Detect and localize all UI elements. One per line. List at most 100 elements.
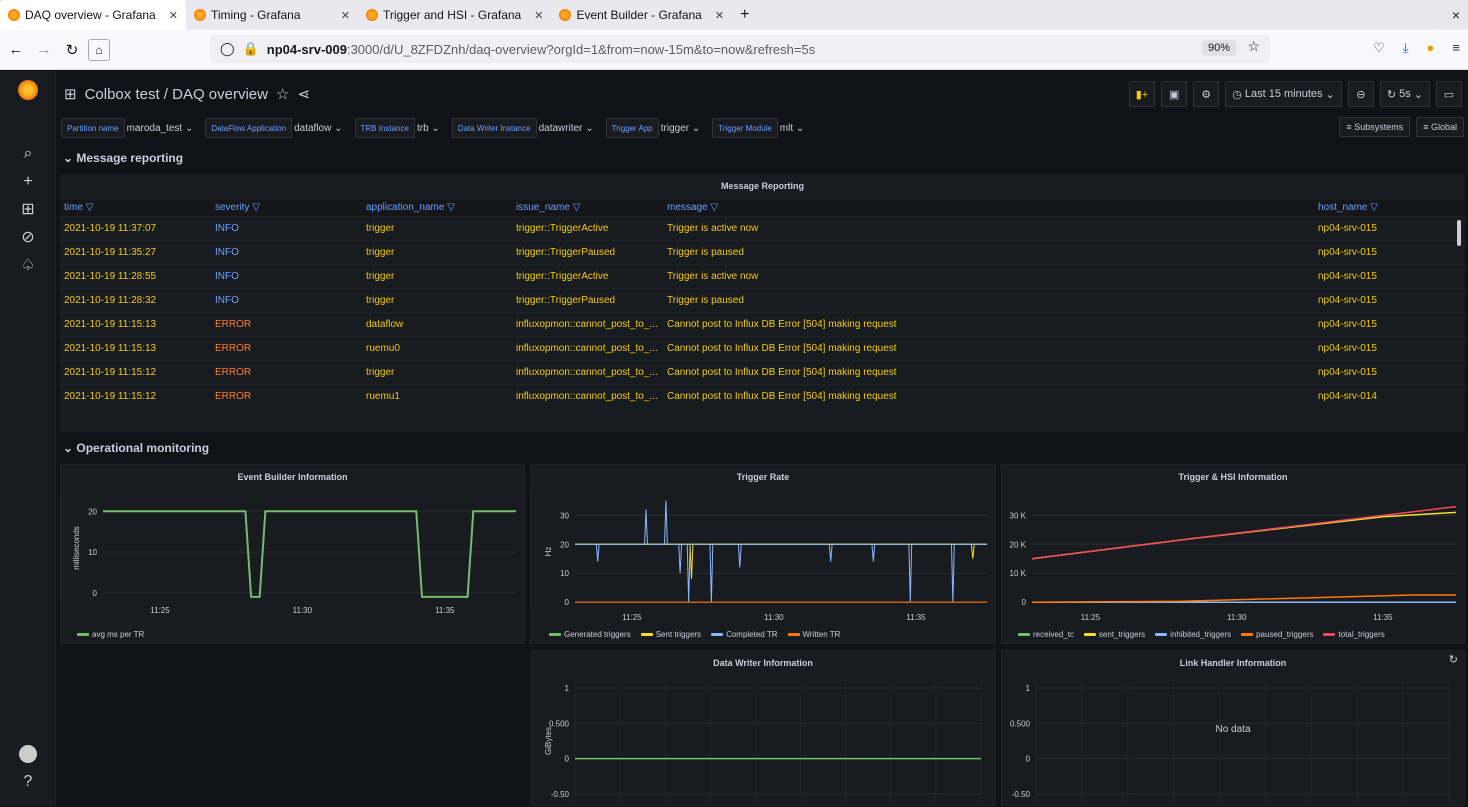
table-row[interactable]: 2021-10-19 11:15:12 ERROR trigger influxopm… [60,360,1465,384]
browser-tab-trigger-hsi[interactable]: Trigger and HSI - Grafana ✕ [358,0,552,30]
zoom-out-icon[interactable]: ⊖ [1347,81,1374,107]
time-picker-button[interactable]: ◷ Last 15 minutes ⌄ [1225,81,1342,107]
zoom-badge[interactable]: 90% [1201,40,1236,56]
tv-mode-icon[interactable]: ▭ [1436,81,1462,107]
table-row[interactable]: 2021-10-19 11:28:32 INFO trigger trigger::T… [60,288,1465,312]
pocket-icon[interactable]: ♡ [1373,40,1385,56]
bookmark-star-icon[interactable]: ☆ [1247,38,1260,55]
legend-item[interactable]: Sent triggers [640,630,701,639]
row-message-reporting[interactable]: ⌄ Message reporting [63,151,183,165]
column-header[interactable]: application_name ▽ [366,202,455,213]
chevron-down-icon: ⌄ [63,151,77,165]
variable-select-trb[interactable]: trb ⌄ [417,123,446,134]
browser-tab-event-builder[interactable]: Event Builder - Grafana ✕ [551,0,732,30]
legend: avg ms per TR [77,630,144,639]
table-row[interactable]: 2021-10-19 11:15:12 ERROR ruemu1 influxopmo… [60,384,1465,408]
table-cell-host-name: np04-srv-015 [1318,223,1377,234]
browser-tab-strip: DAQ overview - Grafana ✕ Timing - Grafana… [0,0,1468,30]
menu-icon[interactable]: ≡ [1452,40,1460,56]
legend-item[interactable]: inhibited_triggers [1155,630,1231,639]
column-header[interactable]: issue_name ▽ [516,202,580,213]
variable-select-trigger-app[interactable]: trigger ⌄ [661,123,707,134]
y-tick-label: 20 K [1010,540,1027,549]
legend-item[interactable]: Completed TR [711,630,778,639]
help-icon[interactable]: ? [17,771,39,793]
url-host: np04-srv-009 [266,41,347,57]
column-header[interactable]: host_name ▽ [1318,202,1378,213]
legend-item[interactable]: received_tc [1018,630,1074,639]
home-icon[interactable]: ⌂ [88,38,110,61]
extension-icon[interactable]: ● [1427,40,1435,56]
close-tab-icon[interactable]: ✕ [534,9,543,22]
variable-label: TRB Instance [354,118,415,138]
table-row[interactable]: 2021-10-19 11:15:13 ERROR dataflow influxop… [60,312,1465,336]
refresh-icon: ↻ [1386,88,1400,101]
variable-select-dataflow[interactable]: dataflow ⌄ [294,123,348,134]
table-row[interactable]: 2021-10-19 11:15:13 ERROR ruemu0 influxopmo… [60,336,1465,360]
legend-item[interactable]: paused_triggers [1241,630,1313,639]
downloads-icon[interactable]: ⤓ [1403,40,1409,56]
legend-item[interactable]: Generated triggers [549,630,631,639]
filter-icon[interactable]: ▽ [710,202,718,213]
row-operational-monitoring[interactable]: ⌄ Operational monitoring [63,441,209,455]
filter-icon[interactable]: ▽ [86,202,94,213]
link-handler-panel: Link Handler Information ↻ 1 0.500 0 -0.50 … [1001,650,1465,806]
user-avatar[interactable] [17,743,39,765]
variable-label: DataFlow Application [205,118,293,138]
back-arrow-icon[interactable]: ← [4,41,28,58]
table-row[interactable]: 2021-10-19 11:37:07 INFO trigger trigger::T… [60,216,1465,240]
star-icon[interactable]: ☆ [276,85,289,103]
filter-icon[interactable]: ▽ [573,202,581,213]
alerting-bell-icon[interactable]: ♤ [17,255,39,277]
x-tick-label: 11:30 [1227,613,1247,622]
dashboards-grid-icon[interactable]: ⊞ [17,199,39,221]
refresh-button[interactable]: ↻ 5s ⌄ [1379,81,1430,107]
new-tab-button[interactable]: + [732,0,757,30]
share-icon[interactable]: ⋖ [297,85,310,103]
grafana-logo-icon[interactable] [17,79,39,101]
y-tick-label: 10 [88,548,97,557]
close-tab-icon[interactable]: ✕ [715,9,724,22]
filter-icon[interactable]: ▽ [447,202,455,213]
column-header[interactable]: severity ▽ [215,202,260,213]
breadcrumb[interactable]: Colbox test / DAQ overview [85,86,268,103]
column-header[interactable]: message ▽ [667,202,718,213]
grafana-favicon-icon [193,9,206,21]
forward-arrow-icon[interactable]: → [32,41,56,58]
subsystems-link[interactable]: ≡ Subsystems [1339,117,1411,137]
legend-item[interactable]: avg ms per TR [77,630,144,639]
explore-compass-icon[interactable]: ⊘ [17,227,39,249]
table-scrollbar[interactable] [1457,220,1461,246]
settings-gear-icon[interactable]: ⚙ [1193,81,1220,107]
legend-item[interactable]: total_triggers [1323,630,1385,639]
legend-swatch [77,633,89,636]
search-icon[interactable]: ⌕ [17,143,39,165]
variable-select-partition[interactable]: maroda_test ⌄ [127,123,200,134]
close-tab-icon[interactable]: ✕ [341,9,350,22]
add-panel-icon[interactable]: ▮+ [1128,81,1156,107]
trigger-hsi-panel: Trigger & HSI Information 30 K 20 K 10 K01… [1001,464,1465,644]
global-link[interactable]: ≡ Global [1416,117,1464,137]
y-tick-label: 10 [560,569,569,578]
y-tick-label: 0 [1022,598,1027,607]
table-cell-message: Cannot post to Influx DB Error [504] mak… [667,391,897,402]
variable-select-trigger-module[interactable]: mlt ⌄ [780,123,811,134]
shield-icon: ◯ [220,41,235,56]
create-plus-icon[interactable]: + [17,171,39,193]
legend-item[interactable]: Written TR [787,630,840,639]
browser-tab-daq-overview[interactable]: DAQ overview - Grafana ✕ [0,0,186,30]
table-row[interactable]: 2021-10-19 11:35:27 INFO trigger trigger::T… [60,240,1465,264]
filter-icon[interactable]: ▽ [252,202,260,213]
close-tab-icon[interactable]: ✕ [169,9,178,22]
x-tick-label: 11:25 [150,606,170,615]
close-window-button[interactable]: × [1444,0,1468,30]
legend-item[interactable]: sent_triggers [1083,630,1145,639]
reload-icon[interactable]: ↻ [60,41,84,59]
save-dashboard-icon[interactable]: ▣ [1161,81,1188,107]
filter-icon[interactable]: ▽ [1370,202,1378,213]
browser-tab-timing[interactable]: Timing - Grafana ✕ [186,0,358,30]
variable-select-datawriter[interactable]: datawriter ⌄ [539,123,600,134]
column-header[interactable]: time ▽ [64,202,93,213]
table-row[interactable]: 2021-10-19 11:28:55 INFO trigger trigger::T… [60,264,1465,288]
url-bar[interactable]: ◯ 🔒 np04-srv-009:3000/d/U_8ZFDZnh/daq-ov… [210,35,1270,63]
